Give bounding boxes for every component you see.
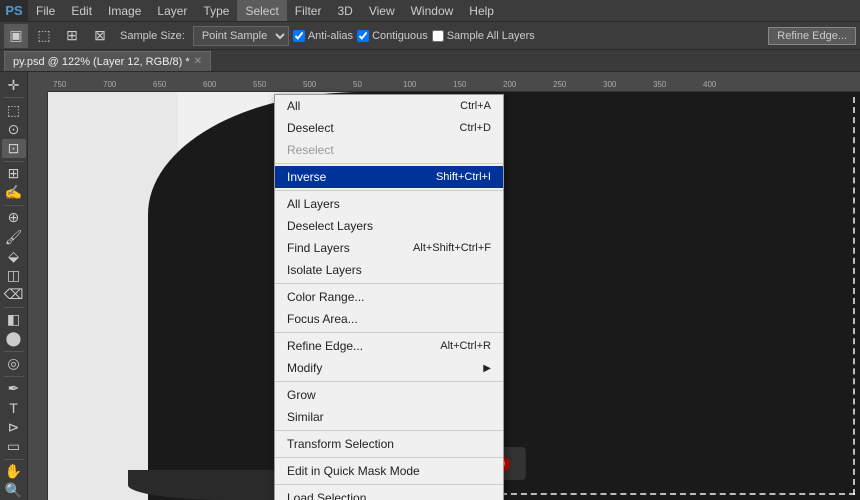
shape-tool-btn[interactable]: ▭ (2, 438, 26, 456)
gradient-tool-btn[interactable]: ◧ (2, 311, 26, 329)
ruler-left (28, 92, 48, 500)
tab-close-icon[interactable]: ✕ (194, 56, 202, 67)
sample-size-dropdown[interactable]: Point Sample (193, 26, 289, 46)
lasso-tool-btn[interactable]: ⊙ (2, 120, 26, 138)
menu-layer[interactable]: Layer (149, 0, 195, 21)
menu-item-transform-selection[interactable]: Transform Selection (275, 433, 503, 455)
menu-separator-6 (275, 430, 503, 431)
menu-separator-3 (275, 283, 503, 284)
path-tool-btn[interactable]: ⊳ (2, 418, 26, 436)
menu-item-color-range[interactable]: Color Range... (275, 286, 503, 308)
menu-separator-7 (275, 457, 503, 458)
crop-tool-btn[interactable]: ⊞ (2, 164, 26, 182)
menu-3d[interactable]: 3D (329, 0, 360, 21)
menu-item-modify[interactable]: Modify ▶ (275, 357, 503, 379)
toolbar-separator-1 (4, 97, 24, 98)
menu-item-grow[interactable]: Grow (275, 384, 503, 406)
refine-edge-button[interactable]: Refine Edge... (768, 27, 856, 45)
hat-shape: THENORTHFACE (148, 92, 860, 500)
menu-separator-1 (275, 163, 503, 164)
sample-size-label: Sample Size: (116, 28, 189, 44)
zoom-tool-btn[interactable]: 🔍 (2, 482, 26, 500)
workspace: ✛ ⬚ ⊙ ⊡ ⊞ ✍ ⊕ 🖌 ⬙ ◫ ⌫ ◧ ⬤ ◎ ✒ T ⊳ ▭ ✋ 🔍 … (0, 72, 860, 500)
clone-tool-btn[interactable]: ⬙ (2, 247, 26, 265)
menu-separator-4 (275, 332, 503, 333)
ruler-top: 750 700 650 600 550 500 50 100 150 200 2… (48, 72, 860, 92)
tab-bar: py.psd @ 122% (Layer 12, RGB/8) * ✕ (0, 50, 860, 72)
menu-separator-8 (275, 484, 503, 485)
ps-logo: PS (0, 0, 28, 22)
eraser-tool-btn[interactable]: ⌫ (2, 286, 26, 304)
menu-file[interactable]: File (28, 0, 63, 21)
ruler-ticks-top: 750 700 650 600 550 500 50 100 150 200 2… (48, 72, 860, 91)
menu-type[interactable]: Type (195, 0, 237, 21)
menu-item-isolate-layers[interactable]: Isolate Layers (275, 259, 503, 281)
menu-separator-5 (275, 381, 503, 382)
menu-window[interactable]: Window (403, 0, 462, 21)
menu-item-quick-mask[interactable]: Edit in Quick Mask Mode (275, 460, 503, 482)
menu-bar: PS File Edit Image Layer Type Select Fil… (0, 0, 860, 22)
menu-separator-2 (275, 190, 503, 191)
select-dropdown-menu: All Ctrl+A Deselect Ctrl+D Reselect Inve… (274, 94, 504, 500)
move-tool-btn[interactable]: ✛ (2, 76, 26, 94)
menu-item-all-layers[interactable]: All Layers (275, 193, 503, 215)
menu-item-deselect[interactable]: Deselect Ctrl+D (275, 117, 503, 139)
toolbar-separator-5 (4, 351, 24, 352)
tool-icon-feather[interactable]: ⬚ (32, 24, 56, 48)
toolbar-separator-6 (4, 376, 24, 377)
menu-item-find-layers[interactable]: Find Layers Alt+Shift+Ctrl+F (275, 237, 503, 259)
hand-tool-btn[interactable]: ✋ (2, 463, 26, 481)
menu-item-focus-area[interactable]: Focus Area... (275, 308, 503, 330)
menu-items: File Edit Image Layer Type Select Filter… (28, 0, 502, 21)
toolbar-separator-7 (4, 459, 24, 460)
history-tool-btn[interactable]: ◫ (2, 266, 26, 284)
tab-label: py.psd @ 122% (Layer 12, RGB/8) * (13, 56, 190, 68)
menu-edit[interactable]: Edit (63, 0, 100, 21)
menu-item-inverse[interactable]: Inverse Shift+Ctrl+I (275, 166, 503, 188)
marquee-tool-btn[interactable]: ⬚ (2, 101, 26, 119)
menu-image[interactable]: Image (100, 0, 149, 21)
menu-help[interactable]: Help (461, 0, 502, 21)
menu-item-deselect-layers[interactable]: Deselect Layers (275, 215, 503, 237)
brush-tool-btn[interactable]: 🖌 (2, 228, 26, 246)
active-tab[interactable]: py.psd @ 122% (Layer 12, RGB/8) * ✕ (4, 51, 211, 71)
canvas-area: 750 700 650 600 550 500 50 100 150 200 2… (28, 72, 860, 500)
pen-tool-btn[interactable]: ✒ (2, 380, 26, 398)
menu-item-all[interactable]: All Ctrl+A (275, 95, 503, 117)
anti-alias-checkbox[interactable]: Anti-alias (293, 30, 353, 42)
menu-view[interactable]: View (361, 0, 403, 21)
healing-tool-btn[interactable]: ⊕ (2, 209, 26, 227)
selection-indicator-right (853, 97, 855, 495)
eyedropper-tool-btn[interactable]: ✍ (2, 184, 26, 202)
tool-icon-extra[interactable]: ⊠ (88, 24, 112, 48)
menu-item-reselect: Reselect (275, 139, 503, 161)
toolbar-separator-3 (4, 205, 24, 206)
options-bar: ▣ ⬚ ⊞ ⊠ Sample Size: Point Sample Anti-a… (0, 22, 860, 50)
blur-tool-btn[interactable]: ⬤ (2, 330, 26, 348)
tool-icon-magic[interactable]: ⊞ (60, 24, 84, 48)
toolbar-separator-4 (4, 307, 24, 308)
menu-filter[interactable]: Filter (287, 0, 330, 21)
menu-item-load-selection[interactable]: Load Selection... (275, 487, 503, 500)
menu-select[interactable]: Select (237, 0, 286, 21)
text-tool-btn[interactable]: T (2, 399, 26, 417)
sample-all-layers-checkbox[interactable]: Sample All Layers (432, 30, 535, 42)
submenu-arrow-modify: ▶ (483, 363, 491, 374)
ruler-corner (28, 72, 48, 92)
dodge-tool-btn[interactable]: ◎ (2, 355, 26, 373)
tool-icon-rect[interactable]: ▣ (4, 24, 28, 48)
quick-select-tool-btn[interactable]: ⊡ (2, 139, 26, 157)
menu-item-similar[interactable]: Similar (275, 406, 503, 428)
toolbar-separator-2 (4, 161, 24, 162)
left-toolbar: ✛ ⬚ ⊙ ⊡ ⊞ ✍ ⊕ 🖌 ⬙ ◫ ⌫ ◧ ⬤ ◎ ✒ T ⊳ ▭ ✋ 🔍 (0, 72, 28, 500)
contiguous-checkbox[interactable]: Contiguous (357, 30, 428, 42)
menu-item-refine-edge[interactable]: Refine Edge... Alt+Ctrl+R (275, 335, 503, 357)
